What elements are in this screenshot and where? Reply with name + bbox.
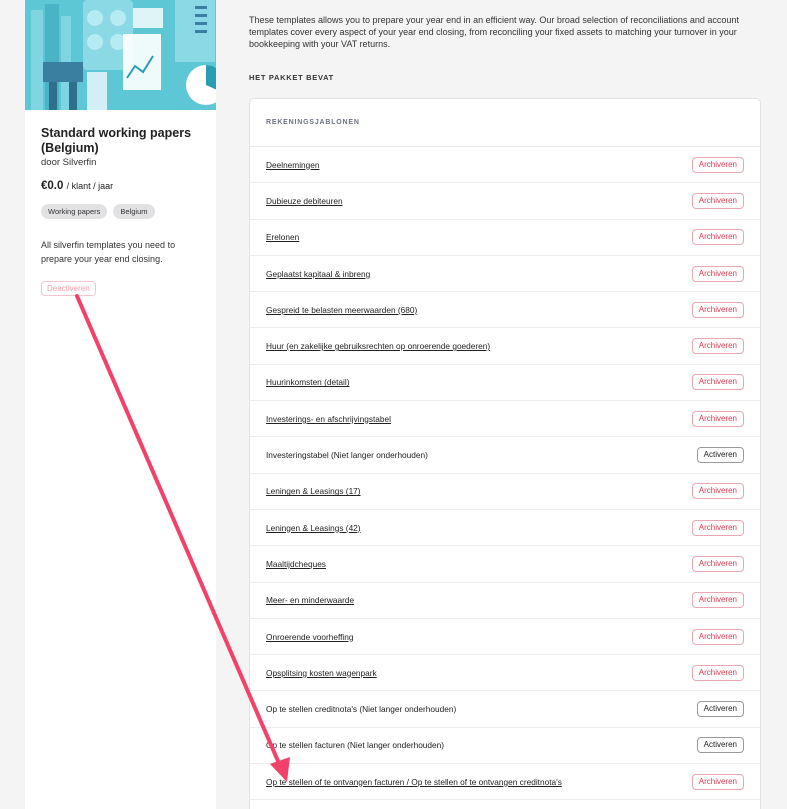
archive-button[interactable]: Archiveren <box>691 519 744 536</box>
template-row: Erelonen Archiveren <box>250 220 760 256</box>
price: €0.0 / klant / jaar <box>41 180 200 192</box>
archive-button[interactable]: Archiveren <box>691 555 744 572</box>
template-row: Onroerende voorheffing Archiveren <box>250 619 760 656</box>
price-unit: / klant / jaar <box>66 181 114 191</box>
template-card: Standard working papers (Belgium) door S… <box>25 0 216 809</box>
template-row-name[interactable]: Dubieuze debiteuren <box>266 196 343 206</box>
archive-button[interactable]: Archiveren <box>691 592 744 609</box>
template-row: Investeringstabel (Niet langer onderhoud… <box>250 437 760 474</box>
archive-button[interactable]: Archiveren <box>691 410 744 427</box>
template-row: Gespreid te belasten meerwaarden (680) Ar… <box>250 292 760 329</box>
template-row-name[interactable]: Leningen & Leasings (17) <box>266 486 361 496</box>
template-row: Huur (en zakelijke gebruiksrechten op on… <box>250 328 760 365</box>
template-row: Op te stellen facturen (Niet langer onde… <box>250 728 760 765</box>
main-content: These templates allows you to prepare yo… <box>249 0 761 809</box>
template-illustration <box>25 0 216 110</box>
template-list: Deelnemingen Archiveren Dubieuze debiteure… <box>250 147 760 801</box>
illustration-image <box>25 0 216 110</box>
archive-button[interactable]: Archiveren <box>691 374 744 391</box>
template-row: Investerings- en afschrijvingstabel Archi… <box>250 401 760 438</box>
archive-button[interactable]: Archiveren <box>691 229 744 246</box>
template-row: Dubieuze debiteuren Archiveren <box>250 183 760 220</box>
archive-button[interactable]: Archiveren <box>691 338 744 355</box>
template-row-name: Op te stellen facturen (Niet langer onde… <box>266 740 445 751</box>
deactivate-button[interactable]: Deactiveren <box>41 281 96 296</box>
template-row-name[interactable]: Opsplitsing kosten wagenpark <box>266 668 377 678</box>
archive-button[interactable]: Archiveren <box>691 773 744 790</box>
template-description: All silverfin templates you need to prep… <box>41 240 176 264</box>
template-row-name[interactable]: Gespreid te belasten meerwaarden (680) <box>266 305 417 315</box>
tag-working-papers: Working papers <box>41 204 108 219</box>
template-row: Op te stellen of te ontvangen facturen /… <box>250 764 760 801</box>
template-row: Opsplitsing kosten wagenpark Archiveren <box>250 655 760 692</box>
template-row: Meer- en minderwaarde Archiveren <box>250 583 760 619</box>
template-row: Op te stellen creditnota's (Niet langer … <box>250 691 760 728</box>
template-row-name[interactable]: Leningen & Leasings (42) <box>266 523 361 533</box>
intro-text: These templates allows you to prepare yo… <box>249 15 739 49</box>
template-row-name[interactable]: Op te stellen of te ontvangen facturen /… <box>266 777 562 787</box>
package-label: HET PAKKET BEVAT <box>249 73 334 82</box>
archive-button[interactable]: Archiveren <box>691 192 744 209</box>
template-row: Geplaatst kapitaal & inbreng Archiveren <box>250 256 760 293</box>
template-row-name: Op te stellen creditnota's (Niet langer … <box>266 704 457 715</box>
template-title: Standard working papers (Belgium) <box>41 126 192 155</box>
archive-button[interactable]: Archiveren <box>691 156 744 173</box>
template-row-name[interactable]: Meer- en minderwaarde <box>266 595 354 605</box>
template-row-name[interactable]: Onroerende voorheffing <box>266 632 354 642</box>
template-row-name[interactable]: Erelonen <box>266 232 299 242</box>
templates-panel: REKENINGSJABLONEN Deelnemingen Archiveren… <box>249 98 761 809</box>
panel-heading: REKENINGSJABLONEN <box>250 99 760 147</box>
archive-button[interactable]: Archiveren <box>691 664 744 681</box>
price-value: €0.0 <box>41 180 64 192</box>
template-row: Deelnemingen Archiveren <box>250 147 760 184</box>
template-row-name: Investeringstabel (Niet langer onderhoud… <box>266 450 428 461</box>
archive-button[interactable]: Archiveren <box>691 265 744 282</box>
tag-list: Working papers Belgium <box>41 204 200 219</box>
template-row-name[interactable]: Geplaatst kapitaal & inbreng <box>266 269 370 279</box>
template-author: door Silverfin <box>41 157 97 168</box>
template-row-name[interactable]: Investerings- en afschrijvingstabel <box>266 414 391 424</box>
tag-belgium: Belgium <box>113 204 155 219</box>
activate-button[interactable]: Activeren <box>696 701 744 718</box>
archive-button[interactable]: Archiveren <box>691 483 744 500</box>
activate-button[interactable]: Activeren <box>696 737 744 754</box>
activate-button[interactable]: Activeren <box>696 447 744 464</box>
archive-button[interactable]: Archiveren <box>691 628 744 645</box>
template-row-name[interactable]: Huur (en zakelijke gebruiksrechten op on… <box>266 341 490 351</box>
template-row-name[interactable]: Huurinkomsten (detail) <box>266 377 349 387</box>
archive-button[interactable]: Archiveren <box>691 301 744 318</box>
template-row-name[interactable]: Maaltijdcheques <box>266 559 326 569</box>
template-row-name[interactable]: Deelnemingen <box>266 160 320 170</box>
template-row: Leningen & Leasings (42) Archiveren <box>250 510 760 547</box>
template-row: Leningen & Leasings (17) Archiveren <box>250 474 760 510</box>
template-row: Maaltijdcheques Archiveren <box>250 546 760 583</box>
template-row: Huurinkomsten (detail) Archiveren <box>250 365 760 402</box>
